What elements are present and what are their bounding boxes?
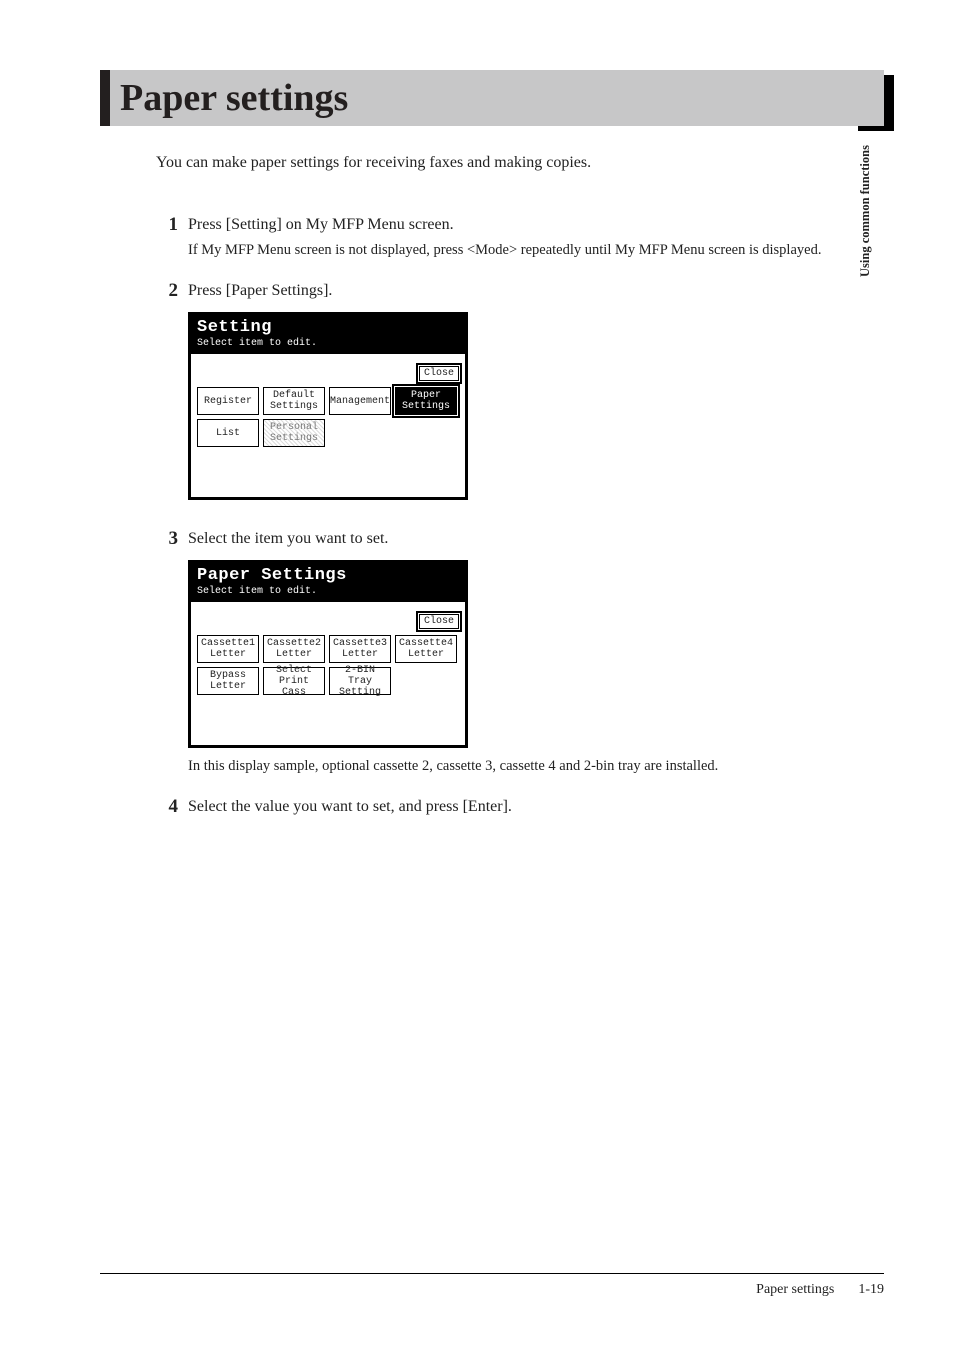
2bin-tray-button[interactable]: 2-BIN TraySetting [329, 667, 391, 695]
cassette4-button[interactable]: Cassette4Letter [395, 635, 457, 663]
step-number: 2 [156, 280, 188, 508]
step-3: 3 Select the item you want to set. Paper… [156, 528, 884, 776]
default-settings-button[interactable]: DefaultSettings [263, 387, 325, 415]
title-bar: Paper settings [100, 70, 884, 126]
step-number: 4 [156, 796, 188, 818]
register-button[interactable]: Register [197, 387, 259, 415]
paper-settings-button[interactable]: PaperSettings [395, 387, 457, 415]
intro-text: You can make paper settings for receivin… [156, 152, 884, 174]
step-number: 1 [156, 214, 188, 260]
footer-page: 1-19 [858, 1282, 884, 1298]
personal-settings-button: PersonalSettings [263, 419, 325, 447]
page-title: Paper settings [100, 70, 884, 126]
lcd-title: Paper Settings [197, 566, 347, 585]
list-button[interactable]: List [197, 419, 259, 447]
lcd-header: Paper Settings Select item to edit. [191, 563, 465, 602]
footer-title: Paper settings [756, 1282, 834, 1298]
step-main: Press [Setting] on My MFP Menu screen. [188, 214, 884, 236]
bypass-button[interactable]: BypassLetter [197, 667, 259, 695]
step-1: 1 Press [Setting] on My MFP Menu screen.… [156, 214, 884, 260]
lcd-title: Setting [197, 318, 272, 337]
lcd-subtitle: Select item to edit. [197, 338, 459, 349]
step-number: 3 [156, 528, 188, 776]
close-button[interactable]: Close [419, 614, 459, 629]
side-label: Using common functions [858, 145, 873, 345]
step-note: In this display sample, optional cassett… [188, 756, 884, 776]
close-button[interactable]: Close [419, 366, 459, 381]
management-button[interactable]: Management [329, 387, 391, 415]
cassette1-button[interactable]: Cassette1Letter [197, 635, 259, 663]
step-2: 2 Press [Paper Settings]. Setting Select… [156, 280, 884, 508]
step-4: 4 Select the value you want to set, and … [156, 796, 884, 818]
lcd-paper-settings: Paper Settings Select item to edit. Clos… [188, 560, 468, 748]
select-print-cass-button[interactable]: SelectPrint Cass [263, 667, 325, 695]
cassette2-button[interactable]: Cassette2Letter [263, 635, 325, 663]
footer: Paper settings 1-19 [100, 1273, 884, 1298]
step-main: Press [Paper Settings]. [188, 280, 884, 302]
lcd-header: Setting Select item to edit. [191, 315, 465, 354]
footer-rule [100, 1273, 884, 1274]
side-tab: 1 Using common functions [858, 75, 894, 435]
step-sub: If My MFP Menu screen is not displayed, … [188, 240, 884, 260]
lcd-setting: Setting Select item to edit. Close Regis… [188, 312, 468, 500]
lcd-subtitle: Select item to edit. [197, 586, 459, 597]
step-main: Select the value you want to set, and pr… [188, 796, 884, 818]
step-main: Select the item you want to set. [188, 528, 884, 550]
cassette3-button[interactable]: Cassette3Letter [329, 635, 391, 663]
